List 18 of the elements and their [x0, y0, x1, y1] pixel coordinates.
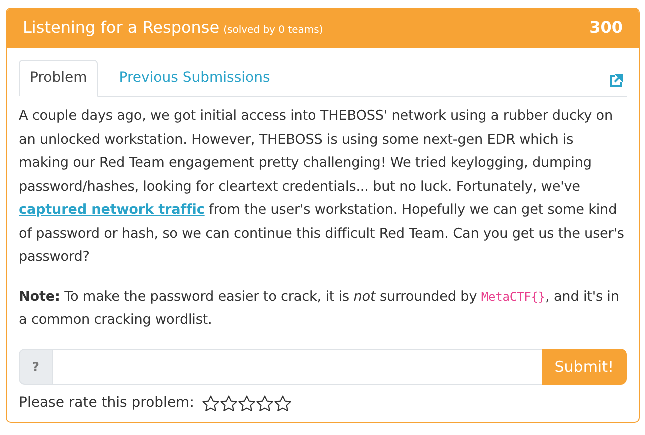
- star-icon[interactable]: [220, 394, 238, 412]
- challenge-title: Listening for a Response: [23, 17, 220, 39]
- traffic-link[interactable]: captured network traffic: [19, 202, 205, 218]
- star-icon[interactable]: [238, 394, 256, 412]
- hint-addon[interactable]: ?: [19, 348, 53, 385]
- solved-count: (solved by 0 teams): [224, 24, 324, 38]
- note-text: Note: To make the password easier to crack, it is not surrounded by MetaCTF{}, and it's in a common cracking wordlist.: [19, 288, 620, 330]
- star-icon[interactable]: [256, 394, 274, 412]
- external-link-icon[interactable]: [609, 74, 623, 88]
- rating-label: Please rate this problem:: [19, 394, 194, 413]
- star-icon[interactable]: [202, 394, 220, 412]
- submit-button[interactable]: Submit!: [542, 348, 627, 385]
- problem-description: A couple days ago, we got initial access into THEBOSS' network using a rubber ducky on an unlocked workstation. However, THEBOSS is using some next-gen EDR which is making our Red Team engagement pretty challenging! We tried keylogging, dumping password/hashes, looking for cleartext credentials... but no luck. Fortunately, we've captured network traffic from the user's workstation. Hopefully we can get some kind of password or hash, so we can continue this difficult Red Team. Can you get us the user's password?: [19, 107, 626, 267]
- points: 300: [590, 17, 623, 39]
- star-icon[interactable]: [274, 394, 292, 412]
- answer-field[interactable]: [52, 348, 543, 384]
- tab[interactable]: Previous Submissions: [108, 60, 282, 97]
- tab[interactable]: Problem: [19, 60, 98, 97]
